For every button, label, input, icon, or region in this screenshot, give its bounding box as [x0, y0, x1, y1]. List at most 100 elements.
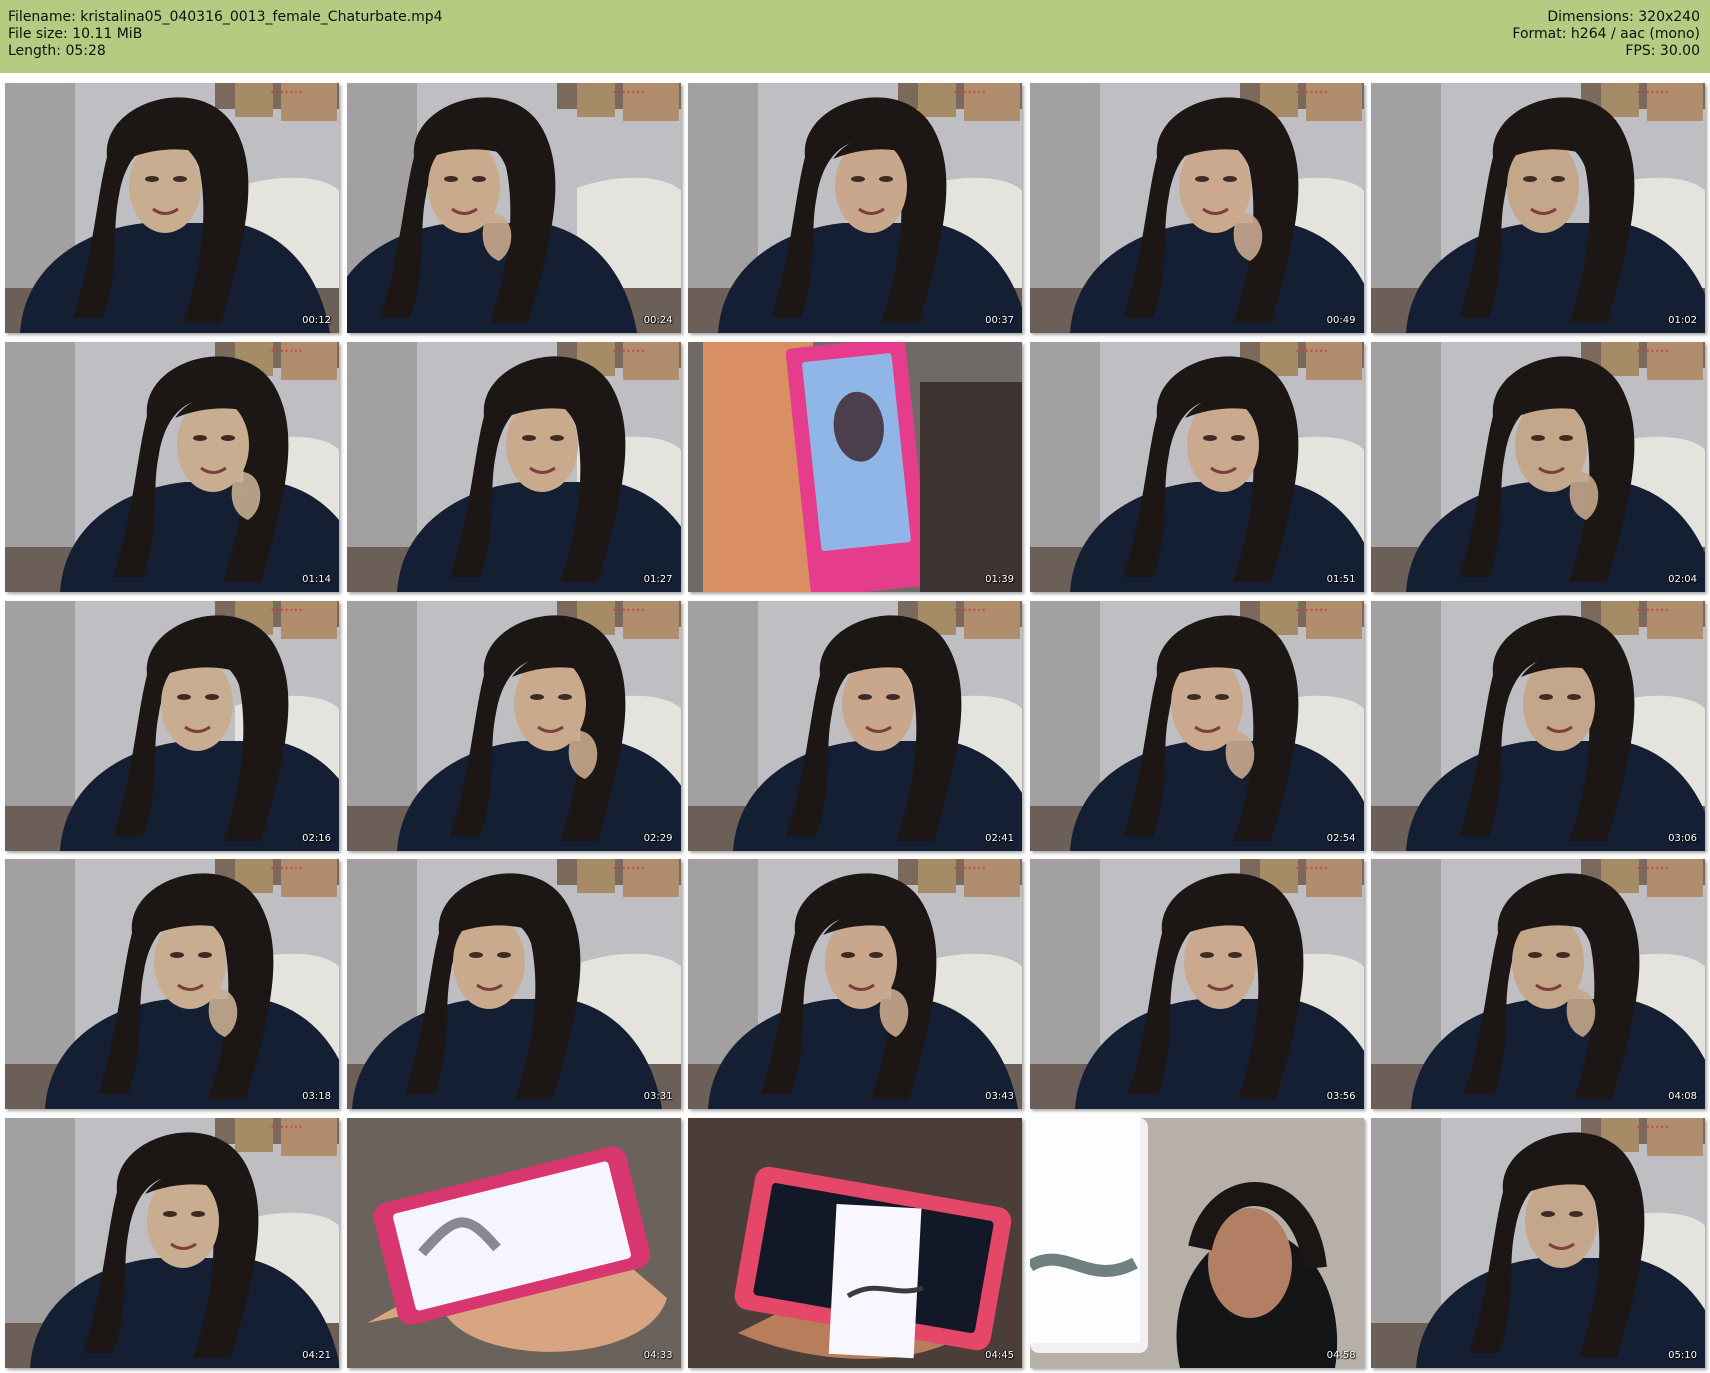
frame-timestamp: 00:12 — [302, 315, 331, 326]
file-metadata: Filename: kristalina05_040316_0013_femal… — [8, 9, 443, 60]
svg-text:•••••••: ••••••• — [270, 864, 303, 873]
svg-text:•••••••: ••••••• — [1636, 606, 1669, 615]
svg-text:•••••••: ••••••• — [1636, 1123, 1669, 1132]
webcam-frame-image: ••••••• — [5, 83, 339, 333]
webcam-frame-image: ••••••• — [688, 83, 1022, 333]
fps-text: FPS: 30.00 — [1625, 43, 1700, 59]
file-size-text: File size: 10.11 MiB — [8, 26, 143, 42]
format-text: Format: h264 / aac (mono) — [1512, 26, 1700, 42]
webcam-frame-image: ••••••• — [346, 859, 681, 1110]
frame-timestamp: 03:56 — [1326, 1091, 1356, 1103]
frame-timestamp: 04:33 — [643, 1350, 673, 1361]
svg-text:•••••••: ••••••• — [1295, 347, 1328, 356]
video-thumbnail: ••••••• 02:29 — [346, 600, 681, 851]
frame-timestamp: 00:37 — [985, 315, 1014, 326]
webcam-frame-image: ••••••• — [688, 600, 1022, 851]
phone-screen-frame-image — [346, 1118, 681, 1368]
svg-text:•••••••: ••••••• — [612, 864, 645, 873]
webcam-frame-image: ••••••• — [5, 1118, 339, 1368]
svg-text:•••••••: ••••••• — [1636, 88, 1669, 97]
webcam-frame-image: ••••••• — [688, 859, 1022, 1110]
frame-timestamp: 04:08 — [1668, 1091, 1697, 1103]
frame-timestamp: 02:41 — [985, 832, 1014, 844]
video-thumbnail: ••••••• 00:37 — [688, 83, 1022, 333]
svg-text:•••••••: ••••••• — [270, 606, 303, 615]
frame-timestamp: 01:14 — [302, 573, 331, 585]
frame-timestamp: 02:29 — [643, 832, 673, 844]
webcam-frame-image: ••••••• — [346, 83, 681, 333]
frame-timestamp: 03:43 — [985, 1091, 1014, 1103]
video-thumbnail: ••••••• 05:10 — [1371, 1118, 1705, 1368]
svg-text:•••••••: ••••••• — [953, 864, 986, 873]
frame-timestamp: 03:18 — [302, 1091, 331, 1103]
video-thumbnail: ••••••• 02:41 — [688, 600, 1022, 851]
video-thumbnail: ••••••• 01:14 — [5, 341, 339, 592]
video-thumbnail: ••••••• 00:24 — [346, 83, 681, 333]
frame-timestamp: 02:04 — [1668, 573, 1697, 585]
svg-text:•••••••: ••••••• — [612, 347, 645, 356]
video-thumbnail: ••••••• 03:43 — [688, 859, 1022, 1110]
frame-timestamp: 01:51 — [1326, 573, 1356, 585]
frame-timestamp: 01:39 — [985, 573, 1014, 585]
frame-timestamp: 04:45 — [985, 1350, 1014, 1361]
video-thumbnail: ••••••• 01:02 — [1371, 83, 1705, 333]
svg-text:•••••••: ••••••• — [612, 88, 645, 97]
svg-text:•••••••: ••••••• — [270, 347, 303, 356]
svg-text:•••••••: ••••••• — [953, 88, 986, 97]
phone-screen-frame-image — [703, 341, 1022, 592]
frame-timestamp: 01:02 — [1668, 315, 1697, 326]
video-thumbnail: ••••••• 01:51 — [1029, 341, 1364, 592]
svg-text:•••••••: ••••••• — [1295, 864, 1328, 873]
video-thumbnail: ••••••• 02:04 — [1371, 341, 1705, 592]
svg-text:•••••••: ••••••• — [1636, 864, 1669, 873]
video-thumbnail: ••••••• 02:54 — [1029, 600, 1364, 851]
video-thumbnail: ••••••• 04:21 — [5, 1118, 339, 1368]
frame-timestamp: 05:10 — [1668, 1350, 1697, 1361]
frame-timestamp: 04:21 — [302, 1350, 331, 1361]
filename-text: Filename: kristalina05_040316_0013_femal… — [8, 9, 443, 25]
video-thumbnail: ••••••• 01:27 — [346, 341, 681, 592]
video-thumbnail: ••••••• 04:08 — [1371, 859, 1705, 1110]
video-thumbnail: 04:58 — [1029, 1118, 1364, 1368]
frame-timestamp: 02:16 — [302, 832, 331, 844]
video-thumbnail: ••••••• 02:16 — [5, 600, 339, 851]
webcam-frame-image: ••••••• — [5, 600, 339, 851]
frame-timestamp: 03:31 — [643, 1091, 673, 1103]
webcam-frame-image: ••••••• — [1371, 341, 1705, 592]
frame-timestamp: 02:54 — [1326, 832, 1356, 844]
webcam-frame-image: ••••••• — [5, 341, 339, 592]
svg-text:•••••••: ••••••• — [953, 606, 986, 615]
frame-timestamp: 00:49 — [1326, 315, 1356, 326]
webcam-frame-image: ••••••• — [1371, 83, 1705, 333]
webcam-frame-image: ••••••• — [1029, 859, 1364, 1110]
svg-text:•••••••: ••••••• — [1636, 347, 1669, 356]
webcam-frame-image: ••••••• — [1029, 600, 1364, 851]
phone-screen-frame-image — [1029, 1118, 1364, 1368]
length-text: Length: 05:28 — [8, 43, 106, 59]
video-thumbnail: ••••••• 00:49 — [1029, 83, 1364, 333]
svg-text:•••••••: ••••••• — [270, 88, 303, 97]
video-thumbnail: ••••••• 03:18 — [5, 859, 339, 1110]
webcam-frame-image: ••••••• — [1371, 1118, 1705, 1368]
frame-timestamp: 01:27 — [643, 573, 673, 585]
thumbnail-grid: ••••••• 00:12 ••••••• 00:24 ••••••• 00:3… — [5, 83, 1705, 1368]
frame-timestamp: 04:58 — [1326, 1350, 1356, 1361]
webcam-frame-image: ••••••• — [1029, 341, 1364, 592]
video-thumbnail: ••••••• 03:31 — [346, 859, 681, 1110]
webcam-frame-image: ••••••• — [5, 859, 339, 1110]
media-metadata: Dimensions: 320x240 Format: h264 / aac (… — [1512, 9, 1700, 60]
video-thumbnail: ••••••• 03:06 — [1371, 600, 1705, 851]
svg-text:•••••••: ••••••• — [1295, 88, 1328, 97]
metadata-header: Filename: kristalina05_040316_0013_femal… — [0, 0, 1710, 73]
dimensions-text: Dimensions: 320x240 — [1547, 9, 1700, 25]
video-thumbnail: ••••••• 00:12 — [5, 83, 339, 333]
svg-text:•••••••: ••••••• — [1295, 606, 1328, 615]
svg-text:•••••••: ••••••• — [612, 606, 645, 615]
webcam-frame-image: ••••••• — [1371, 600, 1705, 851]
video-thumbnail: 01:39 — [688, 341, 1022, 592]
frame-timestamp: 00:24 — [643, 315, 673, 326]
webcam-frame-image: ••••••• — [346, 600, 681, 851]
webcam-frame-image: ••••••• — [1371, 859, 1705, 1110]
frame-timestamp: 03:06 — [1668, 832, 1697, 844]
video-thumbnail: 04:45 — [688, 1118, 1022, 1368]
